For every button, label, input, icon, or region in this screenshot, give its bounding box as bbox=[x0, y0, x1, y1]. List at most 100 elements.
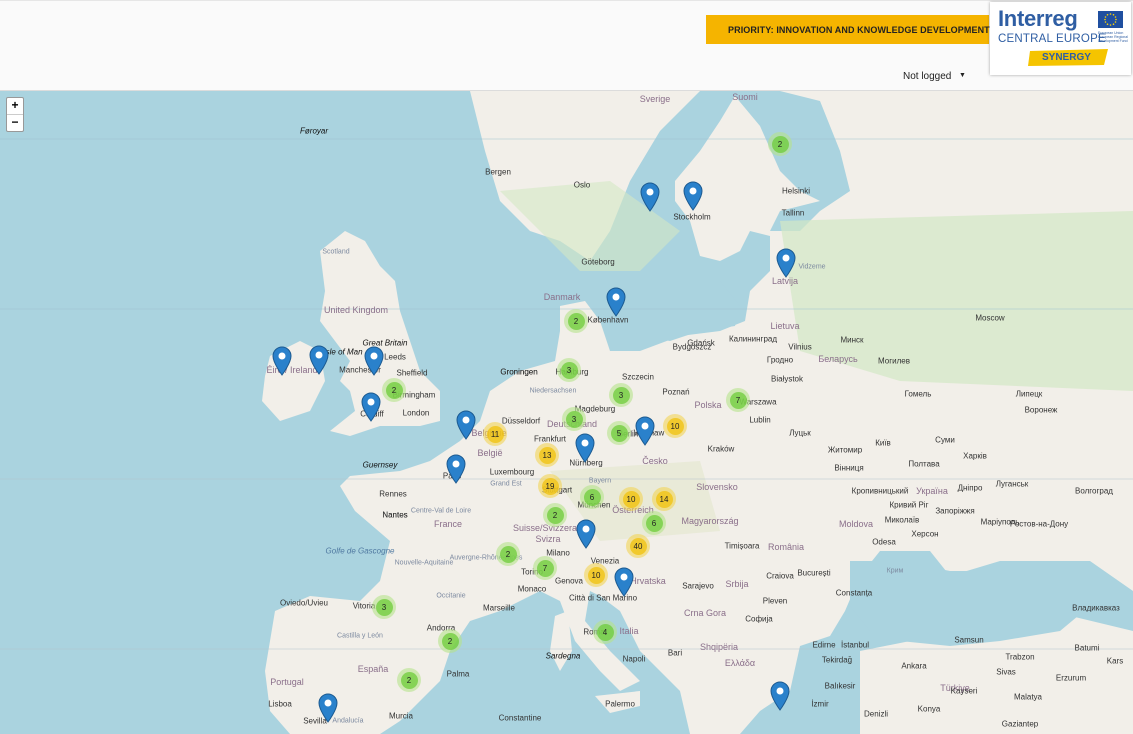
marker-cluster[interactable]: 19 bbox=[538, 474, 562, 498]
marker-cluster[interactable]: 10 bbox=[663, 414, 687, 438]
map-pin-icon[interactable] bbox=[640, 182, 660, 212]
zoom-out-button[interactable]: − bbox=[7, 115, 23, 131]
map-label: Київ bbox=[875, 438, 891, 448]
marker-cluster[interactable]: 3 bbox=[372, 595, 396, 619]
map-label: Occitanie bbox=[436, 592, 466, 600]
map-label: Stockholm bbox=[673, 212, 711, 222]
map-label: Düsseldorf bbox=[501, 416, 541, 426]
map-pin-icon[interactable] bbox=[272, 346, 292, 376]
marker-cluster[interactable]: 5 bbox=[607, 421, 631, 445]
map-label: Trabzon bbox=[1005, 652, 1035, 662]
marker-cluster[interactable]: 11 bbox=[483, 422, 507, 446]
map-pin-icon[interactable] bbox=[776, 248, 796, 278]
map-label: Sardegna bbox=[545, 651, 581, 661]
marker-cluster[interactable]: 14 bbox=[652, 487, 676, 511]
map-pin-icon[interactable] bbox=[446, 454, 466, 484]
map-label: Suomi bbox=[732, 92, 758, 102]
map-label: Portugal bbox=[270, 677, 304, 687]
marker-cluster[interactable]: 7 bbox=[533, 556, 557, 580]
map-pin-icon[interactable] bbox=[770, 681, 790, 711]
map-label: Balıkesir bbox=[824, 681, 856, 691]
map-pin-icon[interactable] bbox=[683, 181, 703, 211]
map-pin-icon[interactable] bbox=[364, 346, 384, 376]
map-label: Nantes bbox=[382, 510, 408, 520]
login-status[interactable]: Not logged bbox=[903, 71, 951, 82]
map-label: Софија bbox=[745, 614, 773, 624]
marker-cluster[interactable]: 4 bbox=[593, 620, 617, 644]
marker-cluster[interactable]: 2 bbox=[543, 503, 567, 527]
map-label: Ankara bbox=[901, 661, 927, 671]
priority-label: PRIORITY: INNOVATION AND KNOWLEDGE DEVEL… bbox=[728, 24, 990, 35]
marker-cluster[interactable]: 7 bbox=[726, 388, 750, 412]
map-label: Sivas bbox=[996, 667, 1016, 677]
caret-down-icon[interactable]: ▼ bbox=[959, 72, 966, 79]
map-label: Миколаїв bbox=[884, 515, 920, 525]
marker-cluster[interactable]: 2 bbox=[382, 378, 406, 402]
map-label: Castilla y León bbox=[337, 632, 383, 640]
map-label: Pleven bbox=[762, 596, 788, 606]
cluster-count: 5 bbox=[610, 424, 628, 442]
marker-cluster[interactable]: 10 bbox=[584, 563, 608, 587]
map-label: Göteborg bbox=[581, 257, 615, 267]
marker-cluster[interactable]: 40 bbox=[626, 534, 650, 558]
map-pin-icon[interactable] bbox=[361, 392, 381, 422]
cluster-count: 40 bbox=[629, 537, 647, 555]
marker-cluster[interactable]: 2 bbox=[496, 542, 520, 566]
map-label: Slovensko bbox=[696, 482, 738, 492]
map-label: Sheffield bbox=[396, 368, 428, 378]
marker-cluster[interactable]: 2 bbox=[564, 309, 588, 333]
map-label: Konya bbox=[917, 704, 941, 714]
map-pin-icon[interactable] bbox=[614, 567, 634, 597]
marker-cluster[interactable]: 13 bbox=[535, 443, 559, 467]
zoom-in-button[interactable]: + bbox=[7, 98, 23, 115]
cluster-count: 10 bbox=[666, 417, 684, 435]
map-label: Batumi bbox=[1074, 643, 1100, 653]
cluster-count: 6 bbox=[645, 514, 663, 532]
map-pin-icon[interactable] bbox=[576, 519, 596, 549]
marker-cluster[interactable]: 6 bbox=[642, 511, 666, 535]
cluster-count: 2 bbox=[400, 671, 418, 689]
marker-cluster[interactable]: 10 bbox=[619, 487, 643, 511]
map-label: Oviedo/Uvieu bbox=[279, 598, 329, 608]
map-pin-icon[interactable] bbox=[575, 433, 595, 463]
map-label: Луганськ bbox=[995, 479, 1029, 489]
map-pin-icon[interactable] bbox=[635, 416, 655, 446]
eu-flag-icon bbox=[1098, 11, 1123, 28]
map-label: Липецк bbox=[1015, 389, 1043, 399]
marker-cluster[interactable]: 6 bbox=[580, 485, 604, 509]
map-label: Moldova bbox=[838, 519, 874, 529]
map-pin-icon[interactable] bbox=[606, 287, 626, 317]
map-label: Беларусь bbox=[818, 354, 858, 364]
map-label: Херсон bbox=[911, 529, 939, 539]
map-pin-icon[interactable] bbox=[456, 410, 476, 440]
cluster-count: 2 bbox=[771, 135, 789, 153]
interreg-logo[interactable]: Interreg CENTRAL EUROPE European Union E… bbox=[990, 2, 1131, 75]
map-label: Полтава bbox=[908, 459, 940, 469]
map-label: Lietuva bbox=[770, 321, 800, 331]
map-pin-icon[interactable] bbox=[309, 345, 329, 375]
map-label: Isle of Man bbox=[323, 347, 363, 357]
map-label: Владикавказ bbox=[1072, 603, 1120, 613]
marker-cluster[interactable]: 2 bbox=[438, 629, 462, 653]
map-label: Vidzeme bbox=[798, 263, 826, 271]
map-label: Волгоград bbox=[1075, 486, 1113, 496]
map-label: Ростов-на-Дону bbox=[1009, 519, 1069, 529]
map-view[interactable]: + − Sverige Suomi Føroyar Bergen Oslo Helsink… bbox=[0, 91, 1133, 734]
cluster-count: 3 bbox=[565, 410, 583, 428]
map-label: Samsun bbox=[954, 635, 984, 645]
marker-cluster[interactable]: 3 bbox=[609, 383, 633, 407]
cluster-count: 13 bbox=[538, 446, 556, 464]
map-label: România bbox=[767, 542, 805, 552]
marker-cluster[interactable]: 3 bbox=[562, 407, 586, 431]
map-label: Magyarország bbox=[681, 516, 739, 526]
marker-cluster[interactable]: 2 bbox=[768, 132, 792, 156]
map-pin-icon[interactable] bbox=[318, 693, 338, 723]
marker-cluster[interactable]: 2 bbox=[397, 668, 421, 692]
cluster-count: 11 bbox=[486, 425, 504, 443]
program-name: SYNERGY bbox=[1042, 52, 1091, 63]
map-label: İzmir bbox=[811, 699, 829, 709]
marker-cluster[interactable]: 3 bbox=[557, 358, 581, 382]
map-label: Groningen bbox=[500, 367, 538, 377]
priority-banner[interactable]: PRIORITY: INNOVATION AND KNOWLEDGE DEVEL… bbox=[706, 15, 990, 44]
map-label: Bydgoszcz bbox=[672, 342, 712, 352]
